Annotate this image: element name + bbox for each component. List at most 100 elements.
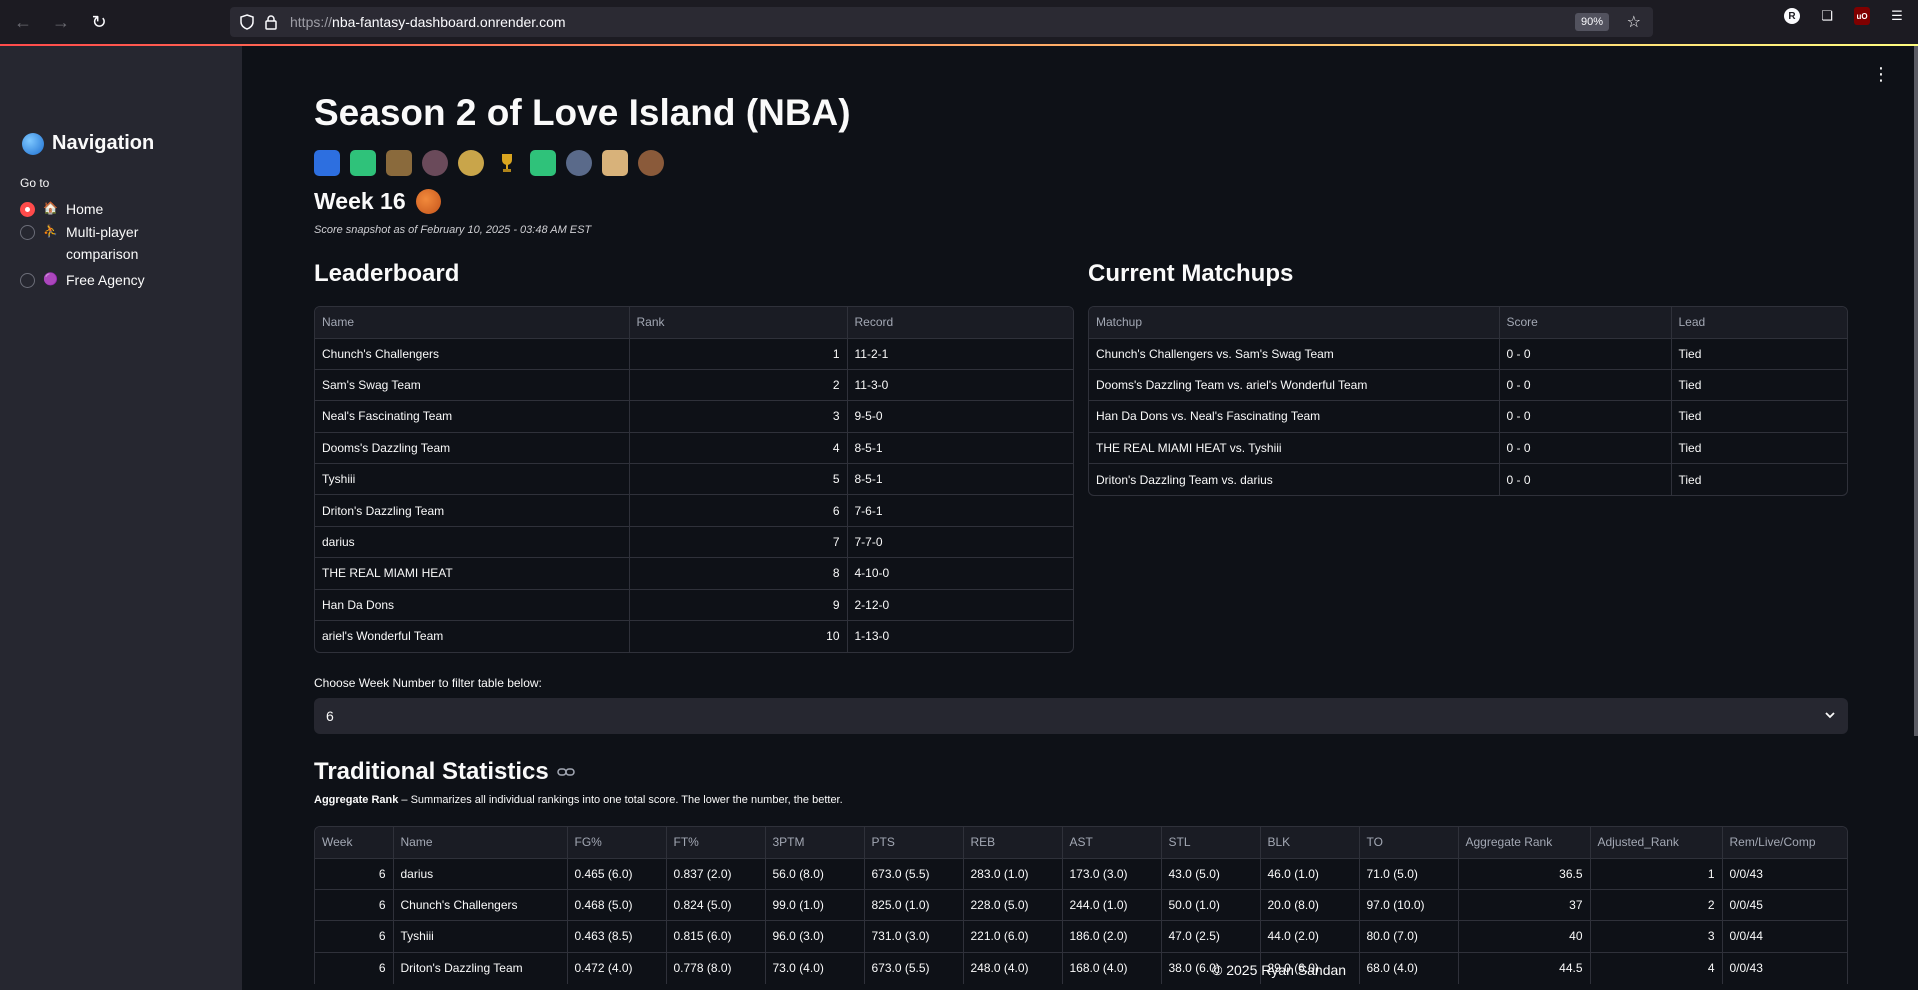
table-cell[interactable]: 11-2-1 bbox=[847, 338, 1073, 370]
table-row[interactable]: 6 Chunch's Challengers 0.468 (5.0) 0.824 (5… bbox=[315, 889, 1847, 922]
table-cell[interactable]: 0/0/44 bbox=[1722, 920, 1847, 953]
table-cell[interactable]: 37 bbox=[1458, 889, 1591, 922]
table-cell[interactable]: Tied bbox=[1671, 338, 1847, 370]
table-cell[interactable]: 6 bbox=[315, 920, 394, 953]
table-row[interactable]: Driton's Dazzling Team 6 7-6-1 bbox=[315, 494, 1073, 527]
table-row[interactable]: ariel's Wonderful Team 10 1-13-0 bbox=[315, 620, 1073, 652]
table-row[interactable]: Han Da Dons vs. Neal's Fascinating Team 0… bbox=[1089, 400, 1847, 433]
table-cell[interactable]: 1-13-0 bbox=[847, 621, 1073, 652]
table-cell[interactable]: Tyshiii bbox=[393, 920, 568, 953]
table-cell[interactable]: Driton's Dazzling Team bbox=[315, 494, 630, 527]
table-cell[interactable]: 0/0/43 bbox=[1722, 952, 1847, 983]
table-cell[interactable]: Tied bbox=[1671, 400, 1847, 433]
column-header[interactable]: Name bbox=[315, 307, 630, 339]
shield-icon[interactable] bbox=[240, 14, 254, 30]
table-cell[interactable]: 0 - 0 bbox=[1499, 400, 1672, 433]
table-cell[interactable]: 2-12-0 bbox=[847, 589, 1073, 622]
column-header[interactable]: Week bbox=[315, 827, 394, 859]
table-cell[interactable]: 283.0 (1.0) bbox=[963, 858, 1063, 890]
table-cell[interactable]: Dooms's Dazzling Team vs. ariel's Wonder… bbox=[1089, 369, 1500, 402]
ublock-icon[interactable]: uO bbox=[1854, 7, 1870, 25]
table-cell[interactable]: Chunch's Challengers bbox=[315, 338, 630, 370]
table-cell[interactable]: 244.0 (1.0) bbox=[1062, 889, 1162, 922]
nav-radio-free-agency[interactable]: 🟣 Free Agency bbox=[20, 272, 145, 291]
column-header[interactable]: Score bbox=[1499, 307, 1672, 339]
back-icon[interactable]: ← bbox=[8, 7, 38, 37]
reload-icon[interactable]: ↻ bbox=[84, 7, 114, 37]
kebab-menu-icon[interactable]: ⋮ bbox=[1872, 64, 1890, 85]
column-header[interactable]: Lead bbox=[1671, 307, 1847, 339]
lock-icon[interactable] bbox=[264, 14, 278, 30]
leaderboard-table[interactable]: Name Rank Record Chunch's Challengers 1 11… bbox=[314, 306, 1074, 653]
column-header[interactable]: TO bbox=[1359, 827, 1459, 859]
zoom-level-badge[interactable]: 90% bbox=[1574, 13, 1609, 31]
table-cell[interactable]: 6 bbox=[315, 889, 394, 922]
table-cell[interactable]: Han Da Dons vs. Neal's Fascinating Team bbox=[1089, 400, 1500, 433]
table-cell[interactable]: 97.0 (10.0) bbox=[1359, 889, 1459, 922]
table-cell[interactable]: 99.0 (1.0) bbox=[765, 889, 865, 922]
table-cell[interactable]: 9 bbox=[629, 589, 848, 622]
column-header[interactable]: Rank bbox=[629, 307, 848, 339]
table-cell[interactable]: Chunch's Challengers vs. Sam's Swag Team bbox=[1089, 338, 1500, 370]
table-row[interactable]: 6 Driton's Dazzling Team 0.472 (4.0) 0.778 … bbox=[315, 952, 1847, 984]
table-cell[interactable]: 47.0 (2.5) bbox=[1161, 920, 1261, 953]
table-row[interactable]: THE REAL MIAMI HEAT 8 4-10-0 bbox=[315, 557, 1073, 590]
table-cell[interactable]: THE REAL MIAMI HEAT vs. Tyshiii bbox=[1089, 432, 1500, 465]
table-cell[interactable]: 0/0/43 bbox=[1722, 858, 1847, 890]
forward-icon[interactable]: → bbox=[46, 7, 76, 37]
table-cell[interactable]: 6 bbox=[315, 952, 394, 984]
table-cell[interactable]: 80.0 (7.0) bbox=[1359, 920, 1459, 953]
table-cell[interactable]: Tied bbox=[1671, 464, 1847, 495]
table-cell[interactable]: 168.0 (4.0) bbox=[1062, 952, 1162, 984]
table-row[interactable]: Han Da Dons 9 2-12-0 bbox=[315, 589, 1073, 622]
table-cell[interactable]: Sam's Swag Team bbox=[315, 369, 630, 402]
table-cell[interactable]: Tied bbox=[1671, 432, 1847, 465]
table-cell[interactable]: Driton's Dazzling Team bbox=[393, 952, 568, 984]
table-cell[interactable]: Driton's Dazzling Team vs. darius bbox=[1089, 463, 1500, 495]
table-cell[interactable]: 0.778 (8.0) bbox=[666, 952, 766, 984]
table-row[interactable]: THE REAL MIAMI HEAT vs. Tyshiii 0 - 0 Tied bbox=[1089, 432, 1847, 465]
column-header[interactable]: Adjusted_Rank bbox=[1590, 827, 1723, 859]
table-cell[interactable]: 3 bbox=[629, 400, 848, 433]
table-cell[interactable]: Tyshiii bbox=[315, 463, 630, 496]
table-row[interactable]: Chunch's Challengers 1 11-2-1 bbox=[315, 338, 1073, 370]
table-cell[interactable]: 0 - 0 bbox=[1499, 369, 1672, 402]
table-cell[interactable]: Chunch's Challengers bbox=[393, 889, 568, 922]
table-cell[interactable]: 673.0 (5.5) bbox=[864, 858, 964, 890]
table-cell[interactable]: 2 bbox=[1590, 889, 1723, 922]
table-cell[interactable]: 8-5-1 bbox=[847, 432, 1073, 465]
extensions-icon[interactable]: ❏ bbox=[1818, 7, 1836, 25]
table-cell[interactable]: Tied bbox=[1671, 369, 1847, 402]
table-cell[interactable]: 6 bbox=[315, 858, 394, 890]
matchups-table[interactable]: Matchup Score Lead Chunch's Challengers … bbox=[1088, 306, 1848, 496]
menu-icon[interactable]: ☰ bbox=[1888, 7, 1906, 25]
table-cell[interactable]: 0.472 (4.0) bbox=[567, 952, 667, 984]
table-cell[interactable]: 0.837 (2.0) bbox=[666, 858, 766, 890]
table-cell[interactable]: Neal's Fascinating Team bbox=[315, 400, 630, 433]
column-header[interactable]: 3PTM bbox=[765, 827, 865, 859]
profile-extension-icon[interactable]: R bbox=[1784, 8, 1800, 24]
table-cell[interactable]: 68.0 (4.0) bbox=[1359, 952, 1459, 984]
table-cell[interactable]: Dooms's Dazzling Team bbox=[315, 432, 630, 465]
table-cell[interactable]: 8 bbox=[629, 557, 848, 590]
table-cell[interactable]: 73.0 (4.0) bbox=[765, 952, 865, 984]
table-cell[interactable]: 50.0 (1.0) bbox=[1161, 889, 1261, 922]
radio-unselected-icon[interactable] bbox=[20, 225, 35, 240]
radio-unselected-icon[interactable] bbox=[20, 273, 35, 288]
table-cell[interactable]: 0.824 (5.0) bbox=[666, 889, 766, 922]
table-cell[interactable]: darius bbox=[315, 526, 630, 559]
table-cell[interactable]: 11-3-0 bbox=[847, 369, 1073, 402]
table-row[interactable]: Neal's Fascinating Team 3 9-5-0 bbox=[315, 400, 1073, 433]
traditional-stats-table[interactable]: Week Name FG% FT% 3PTM PTS REB AST STL BLK TO Aggre… bbox=[314, 826, 1848, 984]
column-header[interactable]: PTS bbox=[864, 827, 964, 859]
table-cell[interactable]: 56.0 (8.0) bbox=[765, 858, 865, 890]
column-header[interactable]: Record bbox=[847, 307, 1073, 339]
table-cell[interactable]: 4 bbox=[1590, 952, 1723, 984]
table-row[interactable]: 6 darius 0.465 (6.0) 0.837 (2.0) 56.0 (8.0) 6… bbox=[315, 858, 1847, 890]
column-header[interactable]: Rem/Live/Comp bbox=[1722, 827, 1847, 859]
table-cell[interactable]: 43.0 (5.0) bbox=[1161, 858, 1261, 890]
table-row[interactable]: Tyshiii 5 8-5-1 bbox=[315, 463, 1073, 496]
table-cell[interactable]: ariel's Wonderful Team bbox=[315, 620, 630, 652]
column-header[interactable]: REB bbox=[963, 827, 1063, 859]
table-cell[interactable]: 36.5 bbox=[1458, 858, 1591, 890]
